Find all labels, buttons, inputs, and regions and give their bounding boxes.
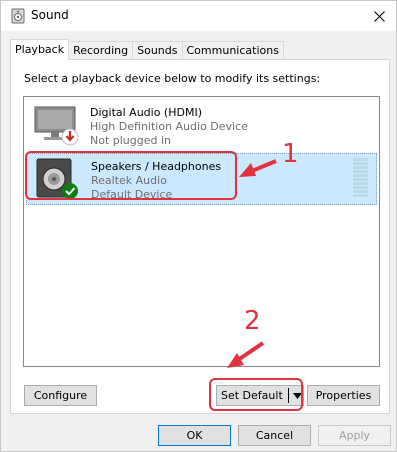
configure-button[interactable]: Configure: [24, 385, 97, 406]
tab-communications[interactable]: Communications: [181, 41, 284, 60]
device-item-hdmi[interactable]: Digital Audio (HDMI) High Definition Aud…: [26, 100, 377, 152]
window-title: Sound: [31, 8, 69, 22]
device-status: Not plugged in: [90, 134, 172, 147]
set-default-label[interactable]: Set Default: [221, 389, 283, 402]
device-description: High Definition Audio Device: [90, 120, 248, 133]
tab-recording[interactable]: Recording: [68, 41, 134, 60]
ok-button[interactable]: OK: [158, 425, 231, 446]
device-item-speakers[interactable]: Speakers / Headphones Realtek Audio Defa…: [26, 153, 377, 205]
dropdown-arrow-icon: [292, 392, 302, 399]
tab-sounds[interactable]: Sounds: [132, 41, 183, 60]
set-default-dropdown[interactable]: [291, 386, 303, 405]
instruction-text: Select a playback device below to modify…: [24, 72, 321, 85]
speaker-icon: [36, 158, 78, 199]
device-list[interactable]: Digital Audio (HDMI) High Definition Aud…: [23, 96, 380, 367]
cancel-button[interactable]: Cancel: [238, 425, 311, 446]
playback-panel: Select a playback device below to modify…: [10, 59, 390, 414]
close-button[interactable]: [366, 3, 392, 29]
device-description: Realtek Audio: [91, 174, 167, 187]
set-default-split-button[interactable]: Set Default: [216, 385, 304, 406]
sound-dialog: Sound Playback Recording Sounds Communic…: [0, 0, 397, 452]
apply-button[interactable]: Apply: [318, 425, 391, 446]
device-name: Digital Audio (HDMI): [90, 106, 202, 119]
device-name: Speakers / Headphones: [91, 160, 222, 173]
monitor-icon: [34, 106, 79, 146]
unplugged-badge-icon: [61, 128, 79, 146]
device-status: Default Device: [91, 188, 173, 201]
close-icon: [373, 10, 385, 22]
checkmark-badge-icon: [62, 183, 78, 199]
properties-button[interactable]: Properties: [307, 385, 380, 406]
volume-level-meter: [353, 158, 368, 200]
tab-strip: Playback Recording Sounds Communications: [10, 39, 284, 60]
speaker-icon: [11, 8, 25, 24]
title-bar: Sound: [1, 1, 396, 31]
tab-playback[interactable]: Playback: [10, 39, 70, 60]
split-divider: [288, 388, 289, 403]
